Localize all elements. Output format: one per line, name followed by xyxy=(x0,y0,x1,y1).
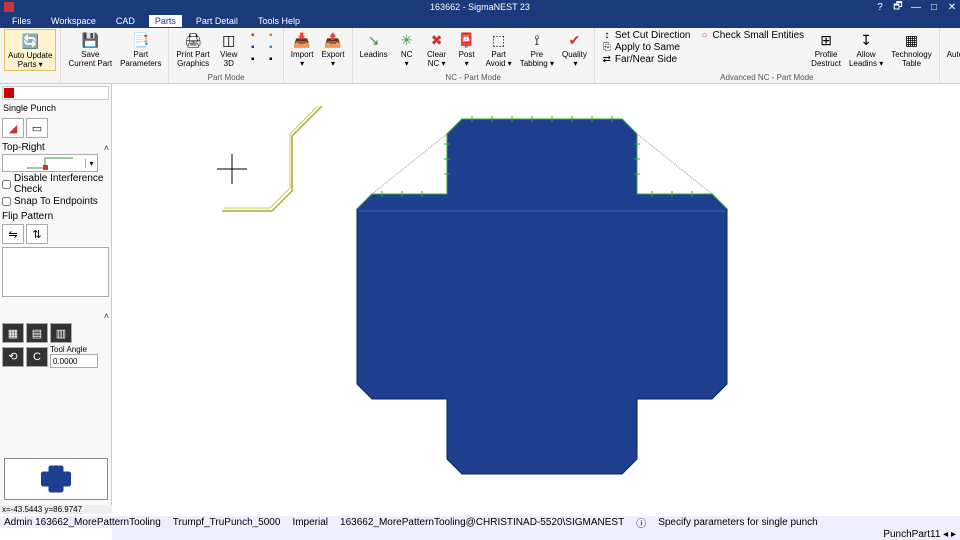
tab-tools-help[interactable]: Tools Help xyxy=(252,15,306,27)
mini-tool-5[interactable]: ▪ xyxy=(263,41,279,53)
mode-btn-3[interactable]: ▥ xyxy=(50,323,72,343)
params-icon: 📑 xyxy=(131,30,151,50)
tool-icon xyxy=(4,88,14,98)
flip-pattern-label: Flip Pattern xyxy=(2,211,53,222)
status-bar: Admin 163662_MorePatternTooling Trumpf_T… xyxy=(0,516,960,528)
import-button[interactable]: 📥Import ▾ xyxy=(288,29,317,69)
menu-bar: Files Workspace CAD Parts Part Detail To… xyxy=(0,14,960,28)
chevron-down-icon: ▾ xyxy=(85,159,97,168)
close-icon[interactable]: ✕ xyxy=(946,2,958,13)
tab-icon: ⟟ xyxy=(527,30,547,50)
tab-workspace[interactable]: Workspace xyxy=(45,15,102,27)
part-geometry xyxy=(342,104,742,484)
part-avoid-button[interactable]: ⬚Part Avoid ▾ xyxy=(483,29,515,69)
tool-preview-1[interactable]: ◢ xyxy=(2,118,24,138)
part-parameters-button[interactable]: 📑Part Parameters xyxy=(117,29,164,69)
tool-angle-label: Tool Angle xyxy=(50,345,98,354)
collapse-2[interactable]: ˄ xyxy=(104,311,109,321)
pattern-list[interactable] xyxy=(2,247,109,297)
corner-preview-icon xyxy=(25,156,75,170)
help-icon[interactable]: ? xyxy=(874,2,886,13)
avoid-icon: ⬚ xyxy=(489,30,509,50)
export-button[interactable]: 📤Export ▾ xyxy=(318,29,347,69)
status-units: Imperial xyxy=(292,517,328,528)
snap-to-endpoints[interactable]: Snap To Endpoints xyxy=(2,196,109,207)
status-hint: Specify parameters for single punch xyxy=(658,517,818,528)
side-panel: Single Punch ◢ ▭ Top-Right ˄ ▾ Disable In… xyxy=(0,84,112,512)
export-icon: 📤 xyxy=(323,30,343,50)
document-title: 163662 - SigmaNEST 23 xyxy=(430,2,530,12)
allow-leadins-icon: ↧ xyxy=(856,30,876,50)
title-bar: 163662 - SigmaNEST 23 ? 🗗 — □ ✕ xyxy=(0,0,960,14)
mode-btn-1[interactable]: ▦ xyxy=(2,323,24,343)
view-3d-button[interactable]: ◫View 3D xyxy=(215,29,243,69)
mode-btn-2[interactable]: ▤ xyxy=(26,323,48,343)
mini-tool-1[interactable]: ▪ xyxy=(245,29,261,41)
post-icon: 📮 xyxy=(457,30,477,50)
mini-tool-3[interactable]: ▪ xyxy=(245,53,261,65)
status-user: Admin 163662_MorePatternTooling xyxy=(4,517,161,528)
clear-nc-button[interactable]: ✖Clear NC ▾ xyxy=(423,29,451,69)
tool-selector[interactable] xyxy=(2,86,109,100)
quality-button[interactable]: ✔Quality ▾ xyxy=(559,29,590,69)
status-machine: Trumpf_TruPunch_5000 xyxy=(173,517,281,528)
part-thumbnail[interactable] xyxy=(4,458,108,500)
corner-label: Top-Right xyxy=(2,142,45,153)
print-part-graphics-button[interactable]: 🖨Print Part Graphics xyxy=(173,29,212,69)
app-icon xyxy=(4,2,14,12)
leadins-button[interactable]: ↘Leadins xyxy=(357,29,391,69)
speed-bar: PunchPart11 ◂ ▸ xyxy=(112,528,960,540)
post-button[interactable]: 📮Post ▾ xyxy=(453,29,481,69)
pre-tabbing-button[interactable]: ⟟Pre Tabbing ▾ xyxy=(517,29,557,69)
flip-vertical-button[interactable]: ⇅ xyxy=(26,224,48,244)
destruct-icon: ⊞ xyxy=(816,30,836,50)
angle-btn-2[interactable]: C xyxy=(26,347,48,367)
corner-combo[interactable]: ▾ xyxy=(2,154,98,172)
cube-icon: ◫ xyxy=(219,30,239,50)
table-icon: ▦ xyxy=(901,30,921,50)
flip-horizontal-button[interactable]: ⇋ xyxy=(2,224,24,244)
panel-title: Single Punch xyxy=(2,100,109,116)
quality-icon: ✔ xyxy=(564,30,584,50)
profile-destruct-button[interactable]: ⊞Profile Destruct xyxy=(808,29,844,69)
mini-tool-4[interactable]: ▪ xyxy=(263,29,279,41)
tab-part-detail[interactable]: Part Detail xyxy=(190,15,244,27)
nc-button[interactable]: ✳NC ▾ xyxy=(393,29,421,69)
restore-down-icon[interactable]: 🗗 xyxy=(892,0,904,16)
drawing-canvas[interactable] xyxy=(112,84,960,512)
apply-to-same[interactable]: ⎘Apply to Same xyxy=(599,41,693,53)
mini-tool-2[interactable]: ▪ xyxy=(245,41,261,53)
set-cut-direction[interactable]: ↕Set Cut Direction xyxy=(599,29,693,41)
save-current-part-button[interactable]: 💾Save Current Part xyxy=(65,29,115,69)
tool-angle-input[interactable] xyxy=(50,354,98,368)
import-icon: 📥 xyxy=(292,30,312,50)
collapse-1[interactable]: ˄ xyxy=(104,143,109,153)
nc-icon: ✳ xyxy=(397,30,417,50)
tool-path-preview xyxy=(212,106,342,216)
technology-table-button[interactable]: ▦Technology Table xyxy=(888,29,934,69)
save-icon: 💾 xyxy=(80,30,100,50)
coordinate-readout: x=-43.5443 y=86.9747 xyxy=(0,505,112,514)
clear-nc-icon: ✖ xyxy=(427,30,447,50)
auto-complete-nc-button[interactable]: ⚙Auto Complete NC xyxy=(944,29,960,69)
minimize-icon[interactable]: — xyxy=(910,2,922,13)
tab-parts[interactable]: Parts xyxy=(149,15,182,27)
angle-btn-1[interactable]: ⟲ xyxy=(2,347,24,367)
tab-files[interactable]: Files xyxy=(6,15,37,27)
print-icon: 🖨 xyxy=(183,30,203,50)
mini-tool-6[interactable]: ▪ xyxy=(263,53,279,65)
disable-interference-check[interactable]: Disable Interference Check xyxy=(2,173,109,195)
tab-cad[interactable]: CAD xyxy=(110,15,141,27)
auto-update-parts-button[interactable]: 🔄Auto Update Parts ▾ xyxy=(4,29,56,71)
refresh-icon: 🔄 xyxy=(20,31,40,51)
tool-preview-2[interactable]: ▭ xyxy=(26,118,48,138)
check-small-entities[interactable]: ○Check Small Entities xyxy=(696,29,806,41)
maximize-icon[interactable]: □ xyxy=(928,2,940,13)
far-near-side[interactable]: ⇄Far/Near Side xyxy=(599,53,693,65)
leadins-icon: ↘ xyxy=(364,30,384,50)
ribbon: 🔄Auto Update Parts ▾ 💾Save Current Part … xyxy=(0,28,960,84)
allow-leadins-button[interactable]: ↧Allow Leadins ▾ xyxy=(846,29,886,69)
speedbar-item[interactable]: PunchPart11 ◂ ▸ xyxy=(883,529,956,540)
status-file: 163662_MorePatternTooling@CHRISTINAD-552… xyxy=(340,517,624,528)
